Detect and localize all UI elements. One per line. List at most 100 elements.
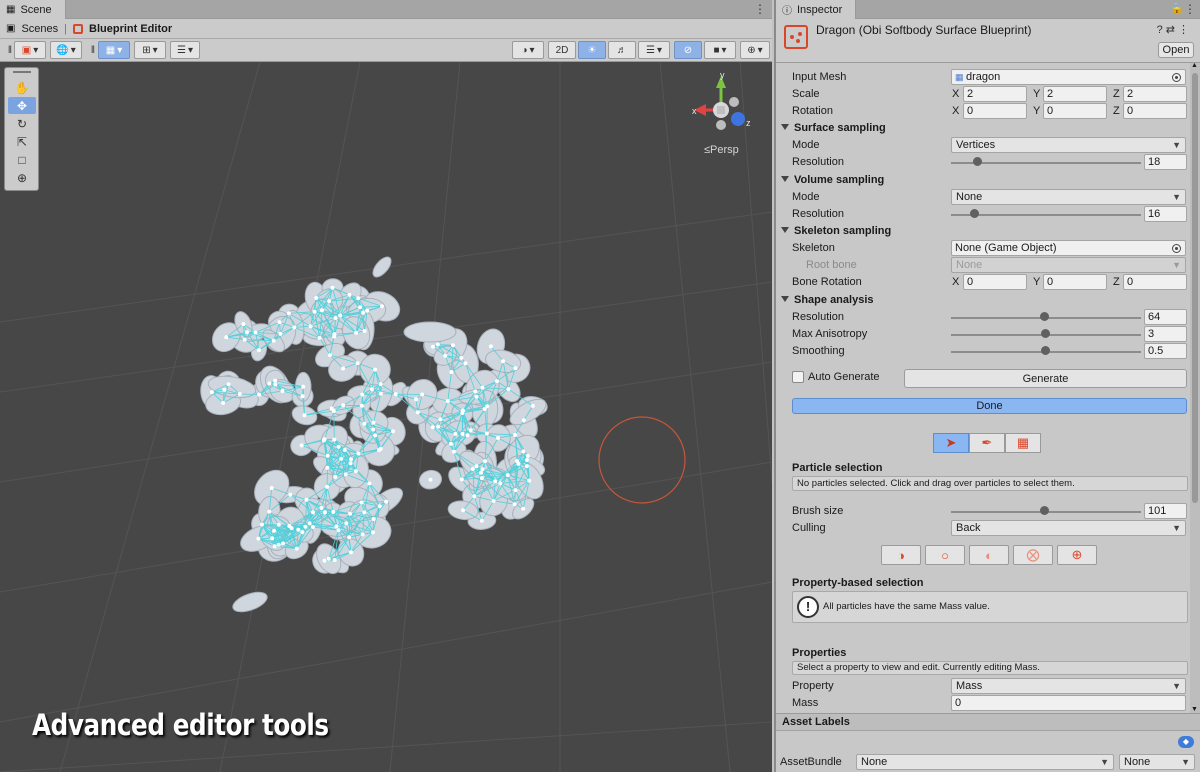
done-button[interactable]: Done: [792, 398, 1187, 414]
particle-point[interactable]: [461, 508, 466, 513]
scroll-down-icon[interactable]: ▼: [1191, 706, 1198, 713]
particle-point[interactable]: [479, 470, 484, 475]
particle-point[interactable]: [360, 392, 365, 397]
inspector-scrollbar[interactable]: ▲ ▼: [1190, 62, 1200, 713]
volume-sampling-foldout[interactable]: Volume sampling: [776, 172, 1190, 189]
particle-point[interactable]: [222, 387, 227, 392]
particle-point[interactable]: [331, 509, 336, 514]
particle-point[interactable]: [445, 399, 450, 404]
surface-resolution-field[interactable]: 18: [1144, 154, 1187, 170]
particle-point[interactable]: [336, 444, 341, 449]
object-picker-icon[interactable]: [1172, 73, 1181, 82]
particle-point[interactable]: [479, 518, 484, 523]
particle-point[interactable]: [438, 417, 443, 422]
tab-menu-icon[interactable]: ⋮: [754, 2, 766, 16]
particle-point[interactable]: [308, 324, 313, 329]
particle-point[interactable]: [349, 457, 353, 462]
rotation-z-field[interactable]: 0: [1123, 103, 1187, 119]
texture-mode-button[interactable]: ▦: [1005, 433, 1041, 453]
particle-point[interactable]: [362, 328, 367, 333]
auto-generate-checkbox[interactable]: [792, 371, 804, 383]
shape-analysis-foldout[interactable]: Shape analysis: [776, 292, 1190, 309]
particle-point[interactable]: [267, 509, 272, 514]
particle-point[interactable]: [341, 403, 346, 408]
volume-resolution-field[interactable]: 16: [1144, 206, 1187, 222]
delete-selection-button[interactable]: ⨂: [1013, 545, 1053, 565]
particle-point[interactable]: [465, 433, 470, 438]
effects-button[interactable]: ☰ ▾: [638, 41, 670, 59]
particle-point[interactable]: [459, 355, 464, 360]
particle-point[interactable]: [314, 296, 319, 300]
particle-point[interactable]: [361, 310, 365, 315]
volume-resolution-knob[interactable]: [970, 209, 979, 218]
particle-point[interactable]: [333, 316, 338, 320]
rotate-tool[interactable]: ↻: [8, 115, 36, 132]
tab-inspector[interactable]: ⓘ Inspector: [776, 0, 856, 19]
ruler-button[interactable]: ☰ ▾: [170, 41, 200, 59]
volume-mode-dropdown[interactable]: None ▼: [951, 189, 1186, 205]
particle-ellipsoid[interactable]: [403, 321, 457, 343]
particle-point[interactable]: [393, 392, 398, 397]
particle-point[interactable]: [369, 387, 374, 392]
scale-x-field[interactable]: 2: [963, 86, 1027, 102]
max-anisotropy-field[interactable]: 3: [1144, 326, 1187, 342]
particle-point[interactable]: [347, 292, 352, 297]
particle-point[interactable]: [287, 524, 292, 528]
brush-size-knob[interactable]: [1040, 506, 1049, 515]
particle-point[interactable]: [356, 451, 361, 456]
particle-point[interactable]: [273, 382, 278, 387]
particle-point[interactable]: [272, 528, 277, 533]
surface-mode-dropdown[interactable]: Vertices ▼: [951, 137, 1186, 153]
scroll-up-icon[interactable]: ▲: [1191, 62, 1198, 69]
particle-point[interactable]: [391, 429, 395, 434]
particle-point[interactable]: [431, 344, 435, 349]
particle-point[interactable]: [435, 342, 440, 347]
particle-point[interactable]: [463, 361, 468, 366]
particle-point[interactable]: [474, 394, 479, 399]
particle-point[interactable]: [294, 546, 299, 551]
particle-point[interactable]: [273, 378, 278, 383]
object-picker-icon[interactable]: [1172, 244, 1181, 253]
add-selection-button[interactable]: ⊕: [1057, 545, 1097, 565]
particle-point[interactable]: [371, 420, 376, 425]
particle-point[interactable]: [359, 500, 364, 505]
particle-point[interactable]: [226, 382, 231, 387]
assetbundle-variant-dropdown[interactable]: None ▼: [1119, 754, 1195, 770]
surface-sampling-foldout[interactable]: Surface sampling: [776, 120, 1190, 137]
camera-button[interactable]: ■ ▾: [704, 41, 736, 59]
scale-y-field[interactable]: 2: [1043, 86, 1107, 102]
breadcrumb-scenes[interactable]: Scenes: [21, 23, 58, 35]
particle-point[interactable]: [296, 527, 301, 532]
scene-viewport[interactable]: y x z ≤Persp ✋ ✥ ↻ ⇱ □ ⊕ Advanced editor…: [0, 62, 772, 772]
particle-point[interactable]: [339, 456, 344, 461]
invert-selection-button[interactable]: ◐: [969, 545, 1009, 565]
particle-point[interactable]: [436, 424, 441, 429]
particle-point[interactable]: [473, 389, 478, 394]
particle-point[interactable]: [356, 296, 361, 301]
particle-point[interactable]: [257, 392, 262, 397]
particle-point[interactable]: [245, 330, 249, 335]
rect-tool[interactable]: □: [8, 151, 36, 168]
particle-point[interactable]: [344, 521, 349, 526]
particle-point[interactable]: [325, 453, 330, 458]
particle-point[interactable]: [334, 524, 339, 529]
particle-point[interactable]: [259, 522, 264, 527]
particle-point[interactable]: [373, 367, 378, 372]
particle-point[interactable]: [292, 325, 297, 330]
dragon-softbody-mesh[interactable]: [0, 62, 772, 772]
particle-point[interactable]: [430, 425, 435, 430]
particle-point[interactable]: [269, 486, 274, 490]
particle-point[interactable]: [319, 506, 324, 510]
move-tool[interactable]: ✥: [8, 97, 36, 114]
particle-point[interactable]: [224, 335, 229, 340]
particle-point[interactable]: [347, 535, 352, 540]
particle-point[interactable]: [358, 305, 363, 310]
particle-point[interactable]: [378, 382, 383, 387]
particle-point[interactable]: [311, 510, 315, 515]
particle-point[interactable]: [332, 437, 337, 442]
particle-point[interactable]: [414, 397, 418, 402]
particle-point[interactable]: [300, 530, 305, 535]
particle-point[interactable]: [448, 441, 453, 446]
particle-point[interactable]: [359, 403, 364, 408]
particle-point[interactable]: [484, 431, 489, 436]
